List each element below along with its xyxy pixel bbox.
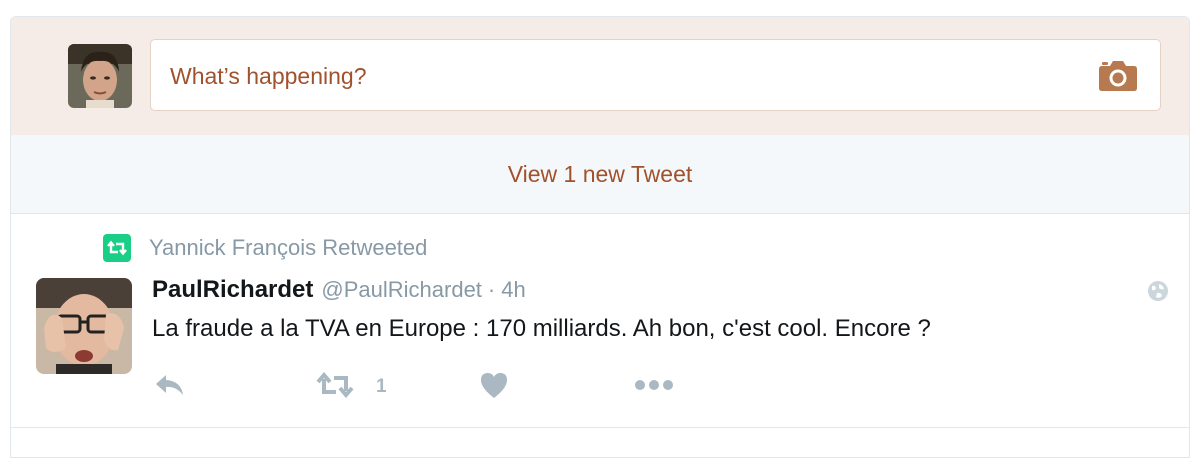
- globe-icon: [1147, 280, 1169, 302]
- tweet-timestamp[interactable]: 4h: [501, 277, 525, 303]
- tweet-text: La fraude a la TVA en Europe : 170 milli…: [152, 315, 931, 342]
- author-handle[interactable]: @PaulRichardet: [321, 277, 482, 303]
- reply-icon: [154, 373, 186, 402]
- tweet-composer: What’s happening?: [11, 17, 1189, 136]
- retweet-context: Yannick François Retweeted: [103, 232, 427, 264]
- heart-icon: [479, 371, 509, 404]
- compose-input[interactable]: What’s happening?: [150, 39, 1161, 111]
- retweeted-by-label[interactable]: Yannick François Retweeted: [149, 235, 427, 261]
- header-separator: ·: [487, 277, 496, 302]
- retweet-icon: [103, 234, 131, 262]
- more-button[interactable]: [634, 371, 674, 403]
- tweet-divider: [11, 427, 1189, 428]
- author-name[interactable]: PaulRichardet: [152, 276, 313, 304]
- user-avatar[interactable]: [68, 44, 132, 108]
- like-button[interactable]: [479, 371, 509, 403]
- retweet-icon: [316, 371, 354, 403]
- retweet-count: 1: [376, 376, 387, 397]
- author-avatar[interactable]: [36, 278, 132, 374]
- view-new-tweets-bar[interactable]: View 1 new Tweet: [11, 135, 1189, 214]
- retweet-button[interactable]: 1: [316, 371, 387, 403]
- more-icon: [634, 378, 674, 396]
- camera-icon[interactable]: [1098, 58, 1138, 92]
- compose-placeholder: What’s happening?: [170, 63, 367, 89]
- reply-button[interactable]: [154, 371, 186, 403]
- timeline-stream: What’s happening? View 1 new Tweet Yanni…: [10, 16, 1190, 458]
- tweet-actions: 1: [152, 371, 752, 403]
- tweet[interactable]: Yannick François Retweeted PaulRichardet…: [11, 214, 1189, 428]
- tweet-header: PaulRichardet @PaulRichardet · 4h: [152, 276, 526, 304]
